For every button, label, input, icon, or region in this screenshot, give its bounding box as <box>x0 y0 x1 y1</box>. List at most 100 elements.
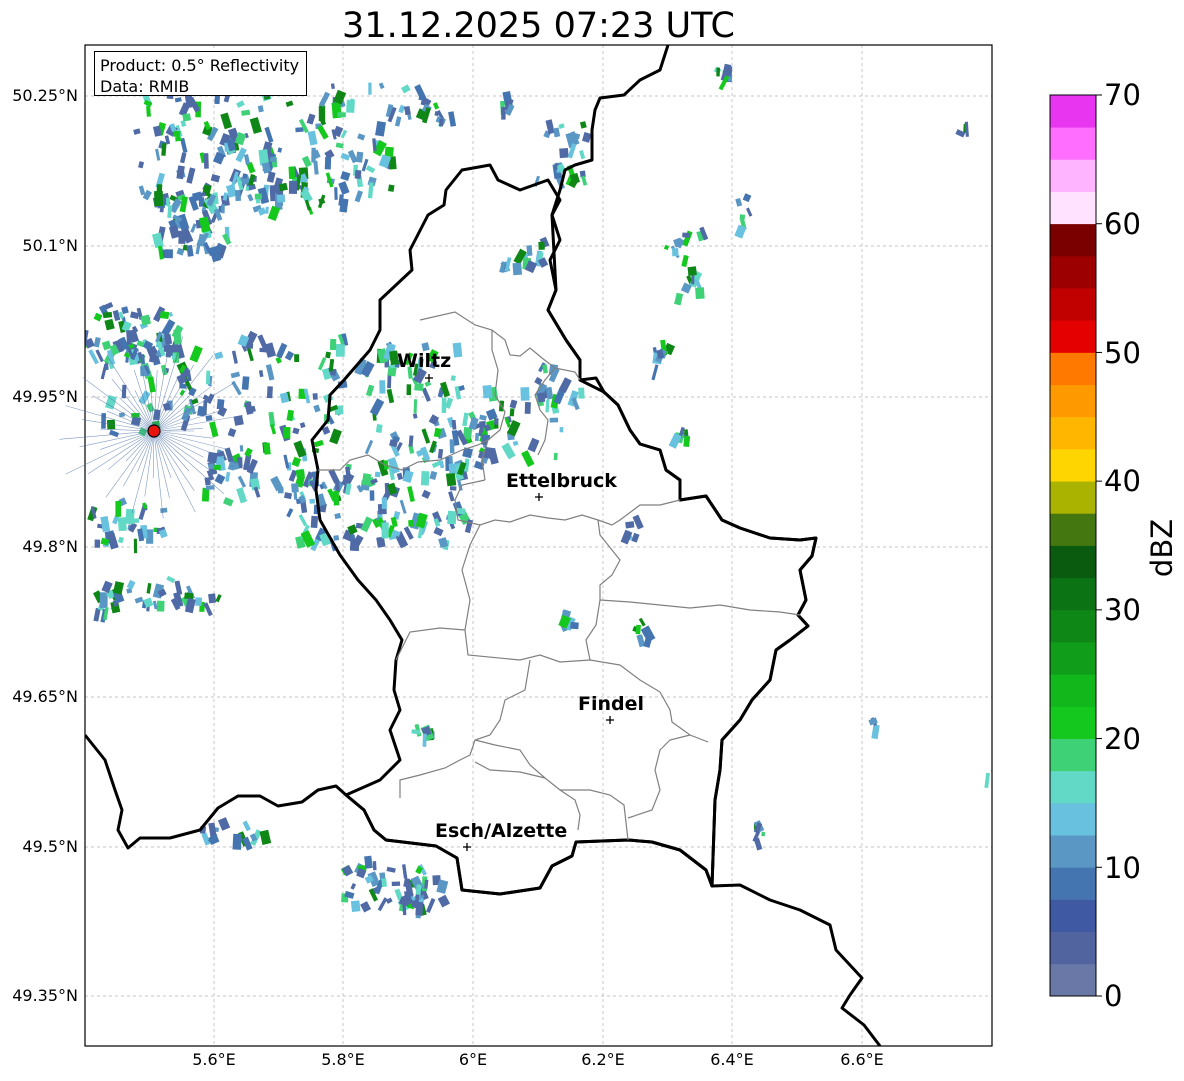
radar-echo-cell <box>524 401 531 414</box>
radar-echo-cell <box>445 472 457 487</box>
radar-echo-cell <box>164 249 173 259</box>
radar-echo-cell <box>241 376 250 390</box>
colorbar-segment <box>1050 609 1096 643</box>
radar-echo-cell <box>482 385 493 399</box>
colorbar-segment <box>1050 448 1096 482</box>
radar-echo-cell <box>672 248 679 257</box>
radar-echo-cell <box>379 380 386 394</box>
colorbar-segment <box>1050 320 1096 353</box>
lat-tick-label: 49.5°N <box>22 837 78 856</box>
radar-echo-cell <box>294 354 300 363</box>
radar-echo-cell <box>381 878 387 887</box>
colorbar <box>1049 94 1102 997</box>
radar-echo-cell <box>310 515 319 529</box>
lon-tick-label: 6°E <box>458 1050 488 1069</box>
radar-echo-cell <box>381 522 389 539</box>
radar-echo-cell <box>451 419 457 430</box>
radar-echo-cell <box>739 214 746 220</box>
radar-echo-cell <box>234 189 242 202</box>
city-label-findel: Findel <box>578 693 645 715</box>
radar-echo-cell <box>309 498 316 504</box>
radar-echo-cell <box>993 771 1000 781</box>
radar-echo-cell <box>288 180 298 194</box>
radar-echo-cell <box>350 900 361 913</box>
radar-map <box>59 44 1102 1047</box>
radar-echo-cell <box>214 464 221 471</box>
radar-echo-cell <box>415 901 424 916</box>
radar-echo-cell <box>277 487 284 494</box>
radar-echo-cell <box>456 507 466 515</box>
radar-echo-cell <box>716 67 720 77</box>
colorbar-segment <box>1050 513 1096 546</box>
radar-echo-cell <box>154 190 164 207</box>
radar-echo-cell <box>156 600 165 612</box>
radar-echo-cell <box>146 106 151 117</box>
colorbar-segment <box>1050 127 1096 160</box>
radar-echo-cell <box>494 418 499 425</box>
radar-echo-cell <box>384 146 394 157</box>
radar-echo-cell <box>408 519 414 527</box>
radar-echo-cell <box>182 113 192 122</box>
radar-echo-cell <box>334 187 338 200</box>
radar-echo-cell <box>354 169 362 179</box>
radar-echo-cell <box>245 186 249 192</box>
radar-echo-cell <box>288 166 296 180</box>
radar-echo-cell <box>208 463 215 470</box>
radar-echo-cell <box>418 95 424 101</box>
colorbar-segment <box>1050 288 1096 321</box>
colorbar-tick-label: 10 <box>1104 851 1141 885</box>
radar-echo-cell <box>406 384 412 396</box>
colorbar-segment <box>1050 191 1096 225</box>
colorbar-segment <box>1050 674 1096 707</box>
radar-echo-cell <box>387 375 392 389</box>
colorbar-segment <box>1050 706 1096 739</box>
radar-echo-cell <box>276 194 286 203</box>
colorbar-tick-label: 30 <box>1104 593 1141 627</box>
radar-echo-cell <box>333 535 340 541</box>
colorbar-segment <box>1050 481 1096 514</box>
radar-echo-cell <box>695 287 705 300</box>
radar-echo-cell <box>761 831 766 837</box>
radar-echo-cell <box>369 490 375 501</box>
radar-echo-cell <box>160 507 168 514</box>
radar-echo-cell <box>266 386 273 399</box>
radar-echo-cell <box>203 153 209 169</box>
map-plot-area <box>85 45 992 1046</box>
radar-echo-cell <box>559 427 564 433</box>
radar-echo-cell <box>512 262 523 276</box>
radar-echo-cell <box>372 861 377 871</box>
radar-echo-cell <box>159 311 170 320</box>
radar-echo-cell <box>537 392 546 403</box>
colorbar-segment <box>1050 738 1096 772</box>
radar-echo-cell <box>501 107 506 120</box>
lat-tick-label: 49.95°N <box>12 387 78 406</box>
colorbar-segment <box>1050 255 1096 289</box>
radar-echo-cell <box>420 470 430 486</box>
radar-echo-cell <box>559 147 569 159</box>
radar-echo-cell <box>349 539 360 552</box>
radar-echo-cell <box>538 241 545 250</box>
radar-echo-cell <box>72 354 81 366</box>
radar-echo-cell <box>283 427 291 439</box>
radar-echo-cell <box>578 387 585 399</box>
radar-echo-cell <box>117 517 127 532</box>
city-label-wiltz: Wiltz <box>397 350 452 372</box>
radar-echo-cell <box>355 151 364 163</box>
lon-tick-label: 6.6°E <box>840 1050 884 1069</box>
colorbar-segment <box>1050 867 1096 900</box>
colorbar-segment <box>1050 577 1096 611</box>
radar-echo-cell <box>221 204 225 214</box>
product-label: Product: 0.5° Reflectivity <box>100 56 300 75</box>
radar-echo-cell <box>195 597 202 606</box>
radar-echo-cell <box>102 311 113 319</box>
radar-echo-cell <box>259 347 269 353</box>
colorbar-segment <box>1050 159 1096 192</box>
colorbar-segment <box>1050 963 1096 997</box>
radar-echo-cell <box>625 521 635 529</box>
radar-echo-cell <box>125 508 135 525</box>
radar-echo-cell <box>364 855 373 869</box>
radar-echo-cell <box>239 445 244 452</box>
lat-tick-label: 49.65°N <box>12 687 78 706</box>
lon-tick-label: 5.8°E <box>321 1050 365 1069</box>
radar-echo-cell <box>509 408 515 417</box>
